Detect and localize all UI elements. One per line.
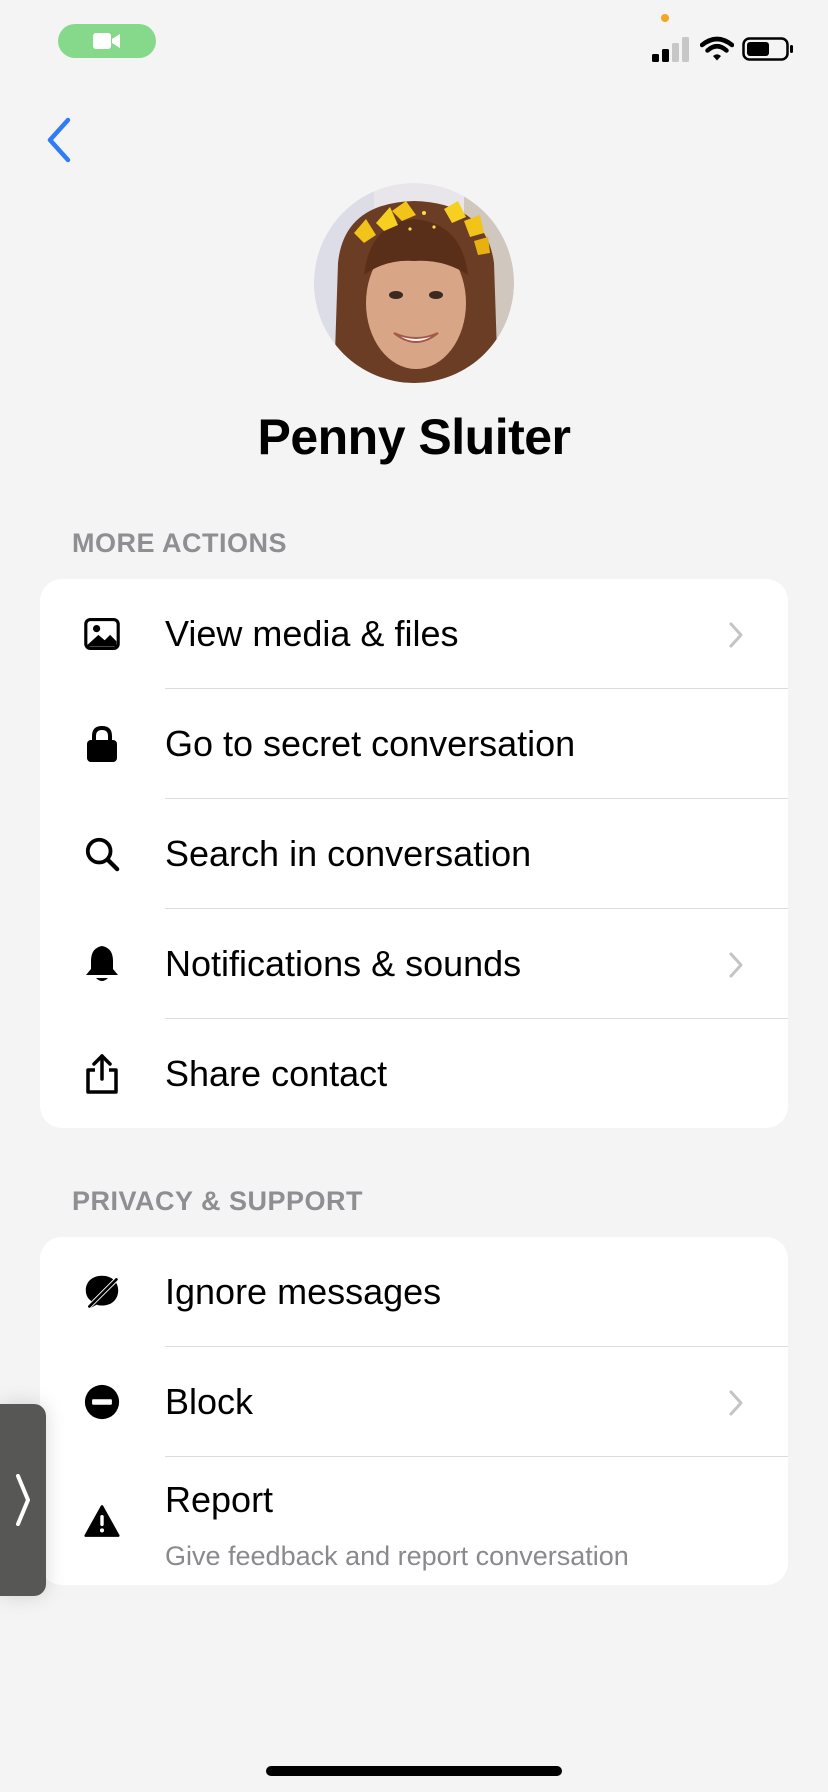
share-icon — [84, 1054, 120, 1094]
section-header-privacy-support: PRIVACY & SUPPORT — [72, 1186, 364, 1216]
more-actions-card: View media & files Go to secret conversa… — [40, 579, 788, 1128]
share-contact-row[interactable]: Share contact — [40, 1019, 788, 1129]
ignore-messages-row[interactable]: Ignore messages — [40, 1237, 788, 1347]
view-media-files-row[interactable]: View media & files — [40, 579, 788, 689]
photo-icon — [84, 616, 120, 652]
bell-icon — [84, 946, 120, 982]
row-label: Block — [165, 1381, 254, 1422]
lock-icon — [84, 725, 120, 762]
row-label: Notifications & sounds — [165, 943, 522, 984]
home-indicator[interactable] — [266, 1766, 562, 1776]
secret-conversation-row[interactable]: Go to secret conversation — [40, 689, 788, 799]
row-label: Report — [165, 1479, 274, 1520]
wifi-icon — [700, 36, 734, 61]
profile-avatar[interactable] — [314, 183, 514, 383]
chevron-right-icon — [729, 1390, 743, 1416]
back-button[interactable] — [40, 114, 80, 166]
profile-name: Penny Sluiter — [257, 409, 571, 465]
notifications-sounds-row[interactable]: Notifications & sounds — [40, 909, 788, 1019]
chevron-right-icon — [16, 1474, 30, 1526]
chevron-left-icon — [47, 117, 71, 163]
row-sublabel: Give feedback and report conversation — [165, 1541, 629, 1571]
warning-icon — [84, 1503, 120, 1539]
row-label: Go to secret conversation — [165, 723, 576, 764]
block-row[interactable]: Block — [40, 1347, 788, 1457]
section-header-more-actions: MORE ACTIONS — [72, 528, 287, 558]
block-icon — [84, 1384, 120, 1420]
privacy-indicator-dot — [661, 14, 669, 22]
status-bar — [0, 0, 828, 100]
privacy-support-card: Ignore messages Block Report Give feedba… — [40, 1237, 788, 1585]
search-conversation-row[interactable]: Search in conversation — [40, 799, 788, 909]
battery-icon — [742, 37, 793, 61]
row-label: Search in conversation — [165, 833, 532, 874]
report-row[interactable]: Report Give feedback and report conversa… — [40, 1457, 788, 1585]
video-camera-icon — [93, 33, 120, 49]
row-label: View media & files — [165, 613, 459, 654]
side-drawer-tab[interactable] — [0, 1404, 46, 1596]
chevron-right-icon — [729, 622, 743, 648]
cellular-signal-icon — [652, 37, 689, 62]
ignore-icon — [84, 1274, 120, 1310]
search-icon — [84, 836, 120, 872]
chevron-right-icon — [729, 952, 743, 978]
row-label: Share contact — [165, 1053, 388, 1094]
camera-in-use-indicator[interactable] — [58, 24, 156, 58]
row-label: Ignore messages — [165, 1271, 442, 1312]
avatar-image — [314, 183, 514, 383]
